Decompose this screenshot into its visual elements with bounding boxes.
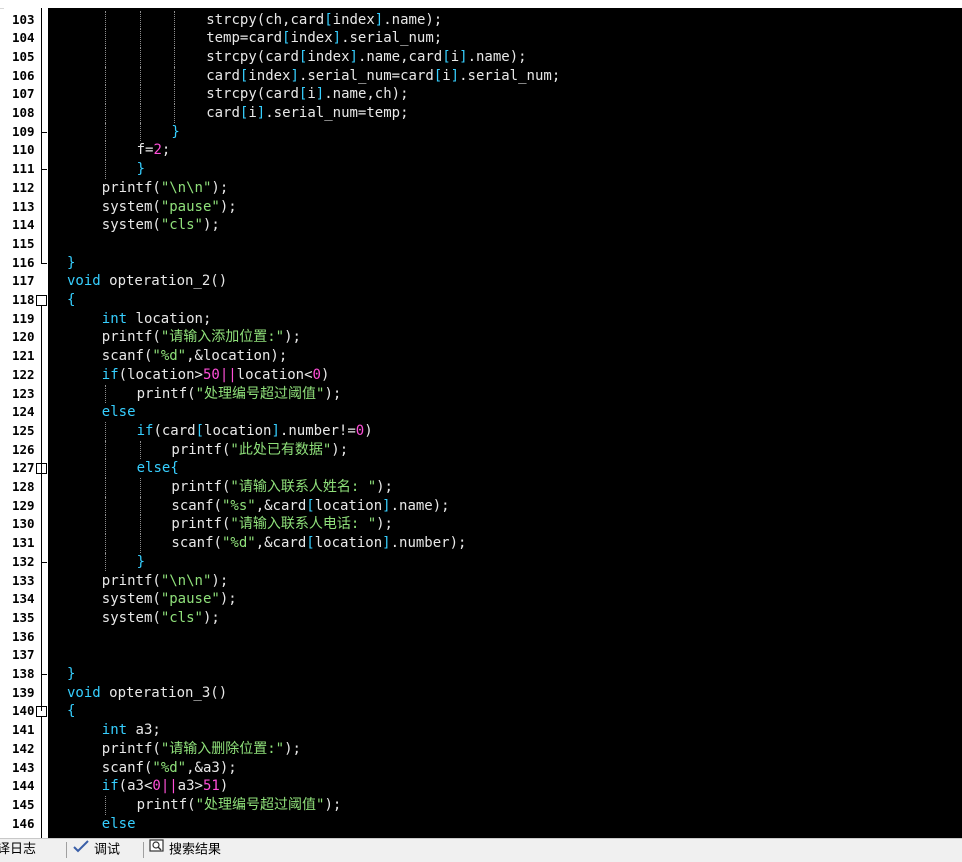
- indent-guide: [104, 160, 106, 179]
- line-number-gutter[interactable]: 103 104 105 106 107 108 109 110 111 112 113 114 115 1…: [4, 8, 48, 838]
- code-line[interactable]: scanf("%d",&a3);: [102, 759, 237, 778]
- indent-guide: [104, 459, 106, 478]
- code-line[interactable]: }: [67, 254, 75, 273]
- indent-guide: [104, 421, 106, 441]
- code-line[interactable]: strcpy(ch,card[index].name);: [206, 11, 442, 30]
- indent-guide: [139, 478, 141, 497]
- check-pencil-icon: [72, 839, 90, 861]
- code-line[interactable]: system("cls");: [102, 216, 220, 235]
- code-line[interactable]: {: [67, 291, 75, 310]
- indent-guide: [104, 478, 106, 497]
- tab-separator: [66, 842, 67, 858]
- code-line[interactable]: system("pause");: [102, 198, 237, 217]
- indent-guide: [174, 66, 176, 86]
- indent-guide: [139, 122, 141, 142]
- code-line[interactable]: printf("此处已有数据");: [171, 441, 348, 460]
- code-line[interactable]: strcpy(card[i].name,ch);: [206, 85, 408, 104]
- tab-compile-log-label: 编译日志: [0, 842, 37, 857]
- tab-separator: [143, 842, 144, 858]
- tab-debug[interactable]: 调试: [72, 839, 120, 860]
- code-line[interactable]: }: [67, 665, 75, 684]
- indent-guide: [104, 104, 106, 123]
- tab-compile-log[interactable]: 编译日志: [0, 839, 36, 860]
- indent-guide: [104, 440, 106, 460]
- code-line[interactable]: if(card[location].number!=0): [137, 422, 373, 441]
- indent-guide: [139, 515, 141, 535]
- code-line[interactable]: scanf("%s",&card[location].name);: [171, 497, 449, 516]
- indent-guide: [174, 104, 176, 123]
- code-line[interactable]: }: [137, 160, 145, 179]
- tab-search-results[interactable]: 搜索结果: [149, 839, 221, 860]
- indent-guide: [139, 496, 141, 516]
- code-line[interactable]: void opteration_3(): [67, 684, 227, 703]
- tab-search-results-label: 搜索结果: [169, 842, 222, 858]
- code-line[interactable]: scanf("%d",&card[location].number);: [171, 534, 466, 553]
- code-line[interactable]: printf("请输入删除位置:");: [102, 740, 301, 759]
- code-line[interactable]: else: [102, 403, 136, 422]
- indent-guide: [139, 47, 141, 67]
- code-line[interactable]: temp=card[index].serial_num;: [206, 29, 442, 48]
- line-number: 117: [12, 273, 35, 289]
- code-line[interactable]: {: [67, 702, 75, 721]
- indent-guide: [139, 440, 141, 460]
- code-line[interactable]: f=2;: [137, 141, 171, 160]
- code-line[interactable]: printf("\n\n");: [102, 179, 228, 198]
- code-area[interactable]: strcpy(ch,card[index].name); temp=card[in…: [48, 8, 962, 838]
- code-line[interactable]: system("cls");: [102, 609, 220, 628]
- code-line[interactable]: printf("处理编号超过阈值");: [137, 385, 342, 404]
- indent-guide: [104, 384, 106, 404]
- indent-guide: [104, 122, 106, 142]
- indent-guide: [174, 29, 176, 48]
- code-line[interactable]: strcpy(card[index].name,card[i].name);: [206, 48, 526, 67]
- indent-guide: [104, 141, 106, 161]
- code-line[interactable]: scanf("%d",&location);: [102, 347, 287, 366]
- indent-guide: [139, 104, 141, 123]
- fold-toggle-icon[interactable]: [36, 295, 47, 306]
- code-line[interactable]: printf("请输入联系人电话: ");: [171, 515, 393, 534]
- indent-guide: [174, 85, 176, 104]
- code-line[interactable]: printf("处理编号超过阈值");: [137, 796, 342, 815]
- code-line[interactable]: else{: [137, 459, 179, 478]
- indent-guide: [104, 496, 106, 516]
- indent-guide: [104, 29, 106, 48]
- bottom-panel-tabs: 编译日志 调试 搜索结果: [0, 838, 962, 860]
- fold-end-marker: [41, 262, 47, 264]
- code-line[interactable]: int location;: [102, 310, 212, 329]
- code-line[interactable]: printf("请输入联系人姓名: ");: [171, 478, 393, 497]
- indent-guide: [104, 47, 106, 67]
- indent-guide: [104, 534, 106, 553]
- code-line[interactable]: card[i].serial_num=temp;: [206, 104, 408, 123]
- indent-guide: [174, 10, 176, 30]
- indent-guide: [139, 10, 141, 30]
- indent-guide: [104, 66, 106, 86]
- indent-guide: [104, 515, 106, 535]
- indent-guide: [104, 552, 106, 572]
- code-editor[interactable]: 103 104 105 106 107 108 109 110 111 112 113 114 115 1…: [0, 0, 962, 838]
- fold-scope-line: [41, 8, 42, 263]
- indent-guide: [139, 534, 141, 553]
- code-line[interactable]: printf("请输入添加位置:");: [102, 328, 301, 347]
- fold-scope-line: [41, 306, 42, 712]
- code-line[interactable]: }: [171, 123, 179, 142]
- indent-guide: [104, 10, 106, 30]
- indent-guide: [139, 29, 141, 48]
- code-line[interactable]: printf("\n\n");: [102, 572, 228, 591]
- code-line[interactable]: }: [137, 553, 145, 572]
- code-line[interactable]: if(a3<0||a3>51): [102, 777, 228, 796]
- code-line[interactable]: void opteration_2(): [67, 272, 227, 291]
- indent-guide: [139, 66, 141, 86]
- indent-guide: [174, 47, 176, 67]
- indent-guide: [104, 795, 106, 815]
- tab-debug-label: 调试: [94, 842, 121, 858]
- search-window-icon: [149, 839, 165, 861]
- fold-scope-line: [41, 717, 42, 838]
- code-line[interactable]: int a3;: [102, 721, 161, 740]
- code-line[interactable]: card[index].serial_num=card[i].serial_nu…: [206, 67, 560, 86]
- code-line[interactable]: else: [102, 815, 136, 834]
- code-line[interactable]: if(location>50||location<0): [102, 366, 330, 385]
- code-line[interactable]: system("pause");: [102, 590, 237, 609]
- indent-guide: [139, 85, 141, 104]
- indent-guide: [104, 85, 106, 104]
